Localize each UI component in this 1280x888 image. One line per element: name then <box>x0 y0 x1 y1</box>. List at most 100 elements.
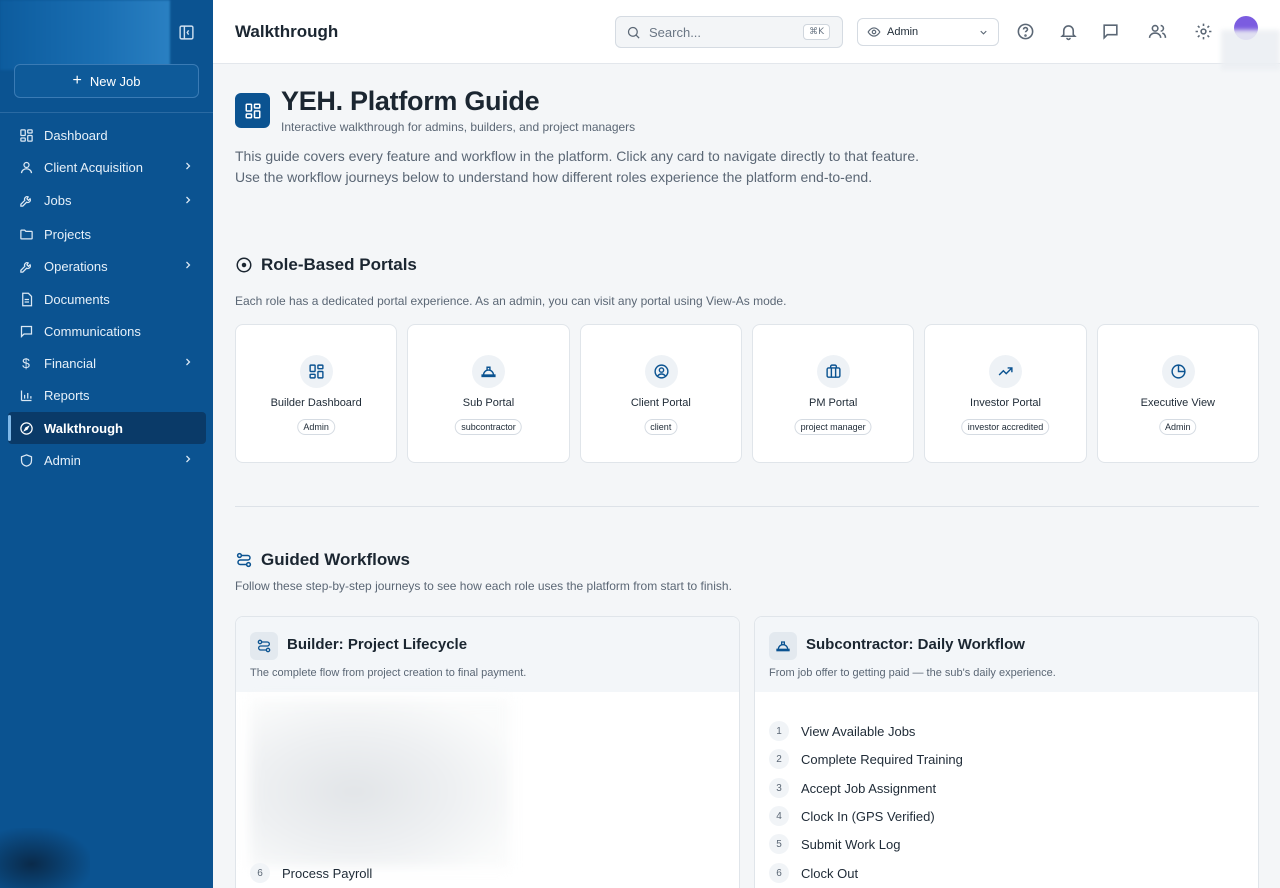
sidebar-item-label: Communications <box>44 323 141 339</box>
main-content: YEH. Platform Guide Interactive walkthro… <box>213 64 1280 888</box>
sidebar-collapse-icon[interactable] <box>178 24 195 41</box>
sidebar-item-projects[interactable]: Projects <box>8 218 206 250</box>
help-icon[interactable] <box>1016 22 1035 41</box>
step-number: 4 <box>769 806 789 826</box>
sidebar-item-documents[interactable]: Documents <box>8 283 206 315</box>
role-badge: Admin <box>1159 419 1197 435</box>
section-divider <box>235 506 1259 507</box>
workflow-step[interactable]: 6 Clock Out <box>769 863 858 883</box>
portals-section-title: Role-Based Portals <box>235 255 417 275</box>
plus-icon: + <box>72 72 82 89</box>
page-title: Walkthrough <box>235 22 339 41</box>
new-job-button[interactable]: + New Job <box>14 64 199 98</box>
bell-icon[interactable] <box>1059 22 1078 41</box>
chevron-right-icon <box>186 455 191 463</box>
hard-hat-icon <box>769 632 797 660</box>
portal-card-investor-portal[interactable]: Investor Portal investor accredited <box>924 324 1087 463</box>
guide-subtitle: Interactive walkthrough for admins, buil… <box>281 120 636 134</box>
guide-grid-icon <box>235 93 270 128</box>
workflows-section-title: Guided Workflows <box>235 550 410 570</box>
wrench-icon <box>18 193 34 209</box>
portal-card-list: Builder Dashboard Admin Sub Portal subco… <box>235 324 1259 463</box>
guide-title: YEH. Platform Guide <box>281 86 540 116</box>
portal-name: Executive View <box>1140 397 1215 409</box>
step-label: Clock Out <box>801 865 859 881</box>
user-profile-area[interactable] <box>0 828 90 888</box>
chevron-right-icon <box>186 196 191 204</box>
dashboard-icon <box>18 128 34 144</box>
portal-name: Client Portal <box>630 397 691 409</box>
portal-card-executive-view[interactable]: Executive View Admin <box>1096 324 1259 463</box>
portals-section-description: Each role has a dedicated portal experie… <box>235 294 787 308</box>
workflow-step[interactable]: 5 Submit Work Log <box>769 834 900 854</box>
sidebar-item-label: Projects <box>44 226 91 242</box>
step-label: View Available Jobs <box>801 723 916 739</box>
workflow-step[interactable]: 3 Accept Job Assignment <box>769 778 936 798</box>
chat-icon[interactable] <box>1101 22 1120 41</box>
step-label: Submit Work Log <box>801 836 901 852</box>
workflow-card-subcontractor[interactable]: Subcontractor: Daily Workflow From job o… <box>754 616 1259 888</box>
sidebar-item-walkthrough[interactable]: Walkthrough <box>8 412 206 444</box>
step-number: 1 <box>769 721 789 741</box>
workflow-card-builder[interactable]: Builder: Project Lifecycle The complete … <box>235 616 740 888</box>
step-number: 2 <box>769 749 789 769</box>
role-badge: project manager <box>794 419 872 435</box>
sidebar-item-label: Client Acquisition <box>44 159 143 175</box>
bar-chart-icon <box>18 388 34 404</box>
workflow-description: The complete flow from project creation … <box>250 667 527 679</box>
workflow-step[interactable]: 4 Clock In (GPS Verified) <box>769 806 935 826</box>
view-as-role-select[interactable]: Admin <box>857 18 999 46</box>
portal-card-pm-portal[interactable]: PM Portal project manager <box>751 324 915 463</box>
message-icon <box>18 323 34 339</box>
chevron-right-icon <box>186 162 191 170</box>
search-input[interactable] <box>649 24 799 40</box>
workflow-card-header: Builder: Project Lifecycle The complete … <box>236 617 739 692</box>
portal-card-client-portal[interactable]: Client Portal client <box>579 324 742 463</box>
sidebar-item-operations[interactable]: Operations <box>8 250 206 283</box>
sidebar-item-client-acquisition[interactable]: Client Acquisition <box>8 151 206 183</box>
chevron-right-icon <box>186 358 191 366</box>
workflow-step[interactable]: 6 Process Payroll <box>250 863 372 883</box>
new-job-label: New Job <box>89 73 141 89</box>
section-title-text: Role-Based Portals <box>261 255 417 274</box>
portal-card-builder-dashboard[interactable]: Builder Dashboard Admin <box>235 324 398 463</box>
sidebar-item-label: Jobs <box>44 193 72 208</box>
role-badge: client <box>644 419 678 435</box>
sidebar-item-financial[interactable]: $ Financial <box>8 347 206 379</box>
sidebar-item-communications[interactable]: Communications <box>8 315 206 347</box>
logo <box>0 0 170 70</box>
sidebar-item-label: Walkthrough <box>44 420 123 436</box>
folder-icon <box>18 226 34 242</box>
workflows-section-description: Follow these step-by-step journeys to se… <box>235 579 732 593</box>
settings-gear-icon[interactable] <box>1194 22 1213 41</box>
guide-intro: This guide covers every feature and work… <box>235 148 919 185</box>
wrench-icon <box>18 259 34 275</box>
sidebar-item-label: Reports <box>44 388 90 403</box>
portal-name: Builder Dashboard <box>270 397 362 409</box>
dollar-icon: $ <box>22 355 30 371</box>
shield-icon <box>18 452 34 468</box>
portal-card-sub-portal[interactable]: Sub Portal subcontractor <box>407 324 570 463</box>
workflow-step[interactable]: 1 View Available Jobs <box>769 721 915 741</box>
sidebar-item-label: Operations <box>44 259 108 274</box>
role-badge: Admin <box>297 419 335 435</box>
workflow-step[interactable]: 2 Complete Required Training <box>769 749 963 769</box>
workflow-title: Subcontractor: Daily Workflow <box>806 636 1025 653</box>
sidebar-item-reports[interactable]: Reports <box>8 379 206 412</box>
sidebar-item-dashboard[interactable]: Dashboard <box>8 120 206 151</box>
sidebar-item-jobs[interactable]: Jobs <box>8 183 206 218</box>
role-badge: subcontractor <box>455 419 522 435</box>
sidebar-item-label: Documents <box>44 291 110 307</box>
sidebar-item-admin[interactable]: Admin <box>8 444 206 476</box>
role-select-value: Admin <box>887 26 919 38</box>
portal-name: Sub Portal <box>462 397 515 409</box>
sidebar-divider <box>0 112 213 113</box>
search-box[interactable]: ⌘K <box>615 16 843 48</box>
users-icon[interactable] <box>1148 22 1167 41</box>
user-icon <box>18 159 34 175</box>
compass-icon <box>18 420 34 436</box>
step-number: 6 <box>250 863 270 883</box>
briefcase-icon <box>816 355 850 388</box>
sidebar-item-label: Financial <box>44 355 97 371</box>
search-icon <box>627 26 640 39</box>
